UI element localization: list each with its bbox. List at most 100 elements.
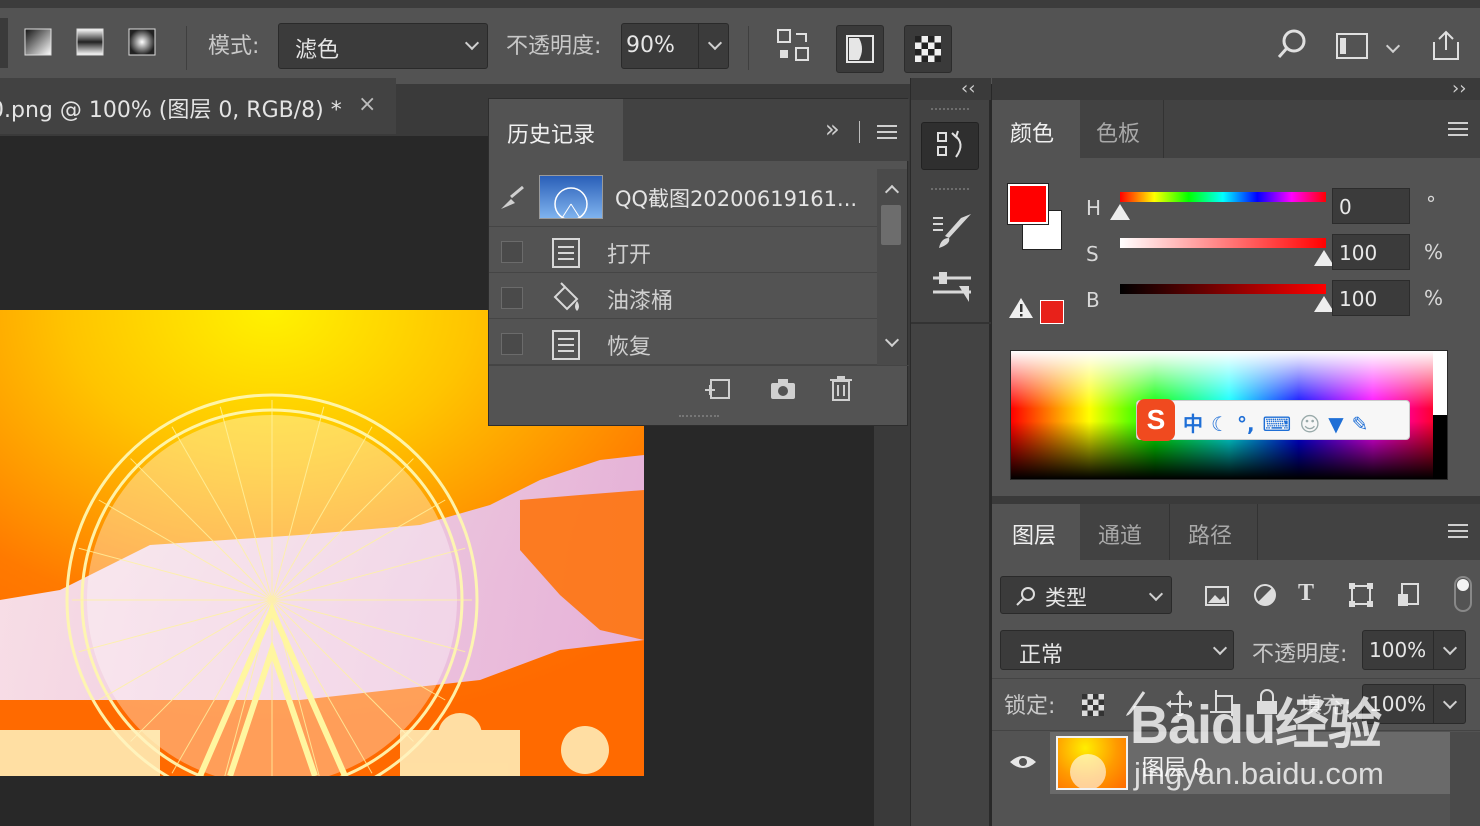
transparency-button[interactable] [904, 25, 952, 73]
history-brush-source-checkbox[interactable] [501, 287, 523, 309]
panel-menu-icon[interactable] [1448, 524, 1468, 538]
panel-divider[interactable] [992, 496, 1480, 504]
chevron-down-icon [1148, 586, 1164, 602]
chevron-down-icon[interactable] [707, 35, 723, 51]
keyboard-icon[interactable]: ⌨ [1263, 412, 1292, 436]
document-tab[interactable]: 0.png @ 100% (图层 0, RGB/8) * × [0, 78, 396, 134]
tab-paths[interactable]: 路径 [1170, 504, 1258, 560]
search-icon[interactable] [1276, 28, 1308, 60]
history-item[interactable]: 打开 [489, 229, 877, 273]
paint-bucket-icon [553, 282, 579, 311]
expand-icon[interactable]: ›› [1452, 78, 1466, 99]
wrench-icon[interactable]: ✎ [1352, 412, 1369, 436]
history-item[interactable]: 油漆桶 [489, 275, 877, 319]
chevron-down-icon[interactable] [1442, 694, 1458, 710]
filter-toggle[interactable] [1454, 576, 1472, 612]
brush-settings-icon[interactable] [931, 212, 975, 252]
dock-grip[interactable] [931, 188, 969, 194]
history-panel-button[interactable] [921, 122, 979, 170]
shape-layer-filter-icon[interactable] [1348, 582, 1374, 608]
adjustment-layer-filter-icon[interactable] [1252, 582, 1278, 608]
chevron-down-icon[interactable] [1442, 640, 1458, 656]
tab-layers[interactable]: 图层 [992, 504, 1080, 560]
adjustment-presets-icon[interactable] [931, 270, 975, 306]
eye-icon[interactable] [1008, 752, 1038, 772]
panel-menu-icon[interactable] [1448, 122, 1468, 136]
tab-channels-label: 通道 [1098, 524, 1143, 549]
smart-object-filter-icon[interactable] [1396, 582, 1422, 608]
panel-resize-grip[interactable] [679, 415, 719, 421]
hue-input[interactable]: 0 [1332, 188, 1410, 224]
panel-menu-icon[interactable] [877, 125, 897, 139]
tab-channels[interactable]: 通道 [1080, 504, 1170, 560]
hue-unit: ° [1426, 192, 1436, 216]
chevron-down-icon[interactable] [884, 332, 900, 348]
linear-gradient-icon[interactable] [24, 28, 52, 56]
hue-slider-handle[interactable] [1110, 204, 1130, 220]
ime-mode[interactable]: 中 [1183, 408, 1203, 437]
share-icon[interactable] [1430, 28, 1462, 62]
diamond-gradient-icon[interactable] [128, 28, 156, 56]
chevron-up-icon[interactable] [884, 184, 900, 200]
tab-color[interactable]: 颜色 [992, 100, 1080, 158]
history-brush-icon[interactable] [497, 183, 527, 213]
workspace-icon[interactable] [1336, 32, 1370, 60]
spectrum-white-stop[interactable] [1433, 351, 1447, 415]
brightness-label: B [1086, 288, 1100, 312]
blend-mode-dropdown[interactable]: 正常 [1000, 630, 1234, 670]
collapse-icon[interactable]: ‹‹ [961, 78, 975, 99]
saturation-slider-handle[interactable] [1314, 250, 1334, 266]
reflected-gradient-icon[interactable] [76, 28, 104, 56]
brightness-slider-handle[interactable] [1314, 296, 1334, 312]
foreground-color-swatch[interactable] [1007, 183, 1049, 225]
ime-toolbar[interactable]: S 中 ☾ °, ⌨ ☺ ▼ ✎ [1136, 399, 1410, 441]
ime-controls[interactable]: 中 ☾ °, ⌨ ☺ ▼ ✎ [1183, 408, 1376, 437]
ime-logo-icon[interactable]: S [1137, 399, 1175, 441]
new-document-from-state-icon[interactable] [703, 376, 733, 402]
opacity-field[interactable]: 90% [621, 23, 729, 69]
dock-grip[interactable] [931, 108, 969, 114]
saturation-value: 100 [1339, 241, 1378, 265]
hue-slider[interactable] [1120, 192, 1326, 202]
tool-preset-edge[interactable] [0, 18, 8, 68]
history-item[interactable]: 恢复 [489, 321, 877, 365]
gamut-warning-swatch[interactable] [1040, 300, 1064, 324]
hue-value: 0 [1339, 195, 1352, 219]
pixel-layer-filter-icon[interactable] [1204, 584, 1230, 610]
panel-expand-icon[interactable]: » [825, 115, 840, 143]
mode-dropdown[interactable]: 滤色 [278, 23, 488, 69]
moon-icon[interactable]: ☾ [1211, 412, 1229, 436]
reverse-icon[interactable] [776, 28, 810, 62]
history-scrollbar[interactable] [877, 169, 907, 365]
camera-icon[interactable] [769, 376, 797, 402]
color-panel: 颜色 色板 H 0 ° S 100 % B 100 % S 中 ☾ °, ⌨ ☺ ▼ ✎ [992, 100, 1480, 496]
skin-icon[interactable]: ▼ [1328, 412, 1343, 436]
history-brush-source-checkbox[interactable] [501, 241, 523, 263]
layers-scrollbar[interactable] [1450, 732, 1480, 826]
layer-opacity-field[interactable]: 100% [1362, 630, 1466, 670]
tab-swatches[interactable]: 色板 [1080, 100, 1164, 158]
chevron-down-icon[interactable] [1385, 38, 1401, 54]
user-icon[interactable]: ☺ [1299, 412, 1320, 436]
lock-transparent-pixels-icon[interactable] [1082, 694, 1108, 720]
close-icon[interactable]: × [358, 92, 376, 117]
lock-label: 锁定: [1004, 694, 1056, 719]
type-layer-filter-icon[interactable]: T [1298, 580, 1314, 607]
layer-filter-dropdown[interactable]: 类型 [1000, 576, 1172, 614]
brightness-slider[interactable] [1120, 284, 1326, 294]
saturation-slider[interactable] [1120, 238, 1326, 248]
saturation-input[interactable]: 100 [1332, 234, 1410, 270]
snapshot-thumbnail [539, 175, 603, 221]
punctuation-icon[interactable]: °, [1237, 412, 1255, 436]
history-brush-source-checkbox[interactable] [501, 333, 523, 355]
dither-button[interactable] [836, 25, 884, 73]
brightness-input[interactable]: 100 [1332, 280, 1410, 316]
history-snapshot-row[interactable]: QQ截图20200619161... [489, 169, 877, 227]
trash-icon[interactable] [829, 374, 853, 402]
scrollbar-thumb[interactable] [881, 205, 901, 245]
spectrum-black-stop[interactable] [1433, 415, 1447, 479]
saturation-label: S [1086, 242, 1099, 266]
history-tab[interactable]: 历史记录 [489, 99, 623, 161]
history-item-label: 恢复 [607, 335, 652, 360]
history-footer [489, 365, 909, 411]
